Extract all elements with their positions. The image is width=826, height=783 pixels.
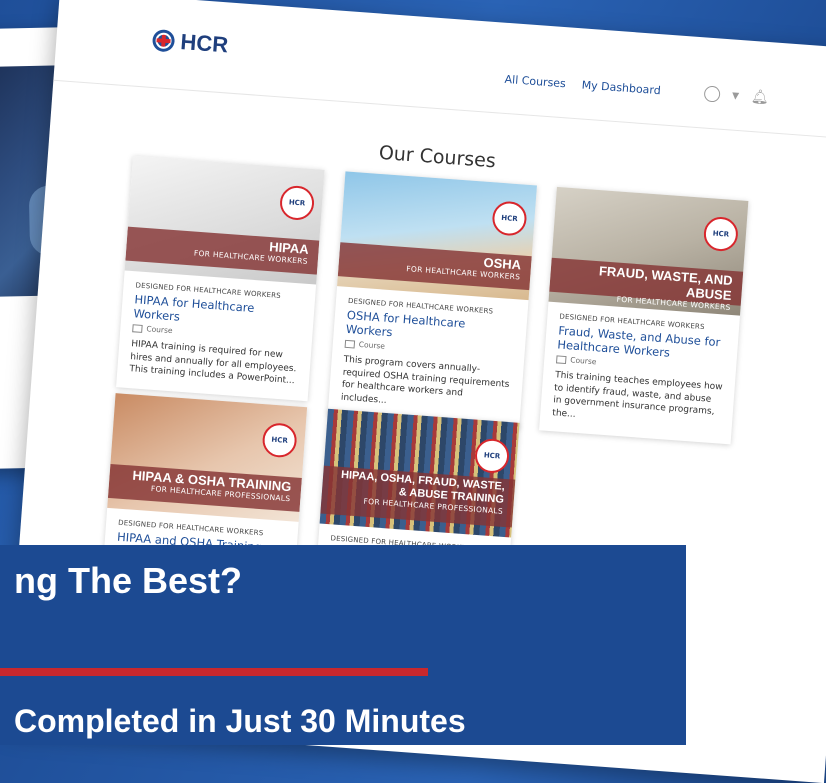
banner-headline: ng The Best? [14,560,243,601]
course-description: This program covers annually-required OS… [340,354,510,406]
course-icon [132,323,143,333]
user-controls: ▾ 🔔︎ [703,85,769,106]
course-card-hipaa-osha[interactable]: HCR HIPAA & OSHA TRAINING FOR HEALTHCARE… [103,393,308,569]
course-card-osha[interactable]: HCR OSHA FOR HEALTHCARE WORKERS DESIGNED… [327,171,537,429]
main-nav: All Courses My Dashboard [504,73,661,97]
nav-all-courses[interactable]: All Courses [504,73,566,90]
course-band: HIPAA FOR HEALTHCARE WORKERS [125,226,320,275]
hcr-badge: HCR [491,200,528,237]
course-description: HIPAA training is required for new hires… [129,339,297,387]
course-description: This training teaches employees how to i… [551,370,723,420]
course-band: HIPAA, OSHA, FRAUD, WASTE, & ABUSE TRAIN… [320,465,516,528]
course-band: OSHA FOR HEALTHCARE WORKERS [337,242,532,291]
hcr-badge: HCR [278,184,316,222]
hcr-badge: HCR [261,422,298,459]
course-image: HCR FRAUD, WASTE, AND ABUSE FOR HEALTHCA… [548,186,749,316]
nav-my-dashboard[interactable]: My Dashboard [581,78,661,97]
course-icon [344,339,356,349]
course-band: FRAUD, WASTE, AND ABUSE FOR HEALTHCARE W… [549,257,744,312]
course-card-bundle[interactable]: HCR HIPAA, OSHA, FRAUD, WASTE, & ABUSE T… [317,408,520,568]
course-image: HCR HIPAA & OSHA TRAINING FOR HEALTHCARE… [107,393,308,522]
hcr-badge: HCR [702,215,740,253]
course-image: HCR HIPAA, OSHA, FRAUD, WASTE, & ABUSE T… [319,408,520,538]
bell-icon[interactable]: 🔔︎ [750,89,769,106]
hcr-logo[interactable]: HCR [151,27,230,58]
promo-banner: ng The Best? Completed in Just 30 Minute… [0,545,686,745]
course-card-hipaa[interactable]: HCR HIPAA FOR HEALTHCARE WORKERS DESIGNE… [116,155,325,401]
course-image: HCR HIPAA FOR HEALTHCARE WORKERS [124,155,325,285]
course-icon [556,354,567,364]
course-image: HCR OSHA FOR HEALTHCARE WORKERS [337,171,537,301]
medical-cross-icon [151,28,176,53]
page-title: Our Courses [378,141,497,173]
hcr-badge: HCR [473,437,511,475]
course-card-fraud[interactable]: HCR FRAUD, WASTE, AND ABUSE FOR HEALTHCA… [539,186,749,445]
banner-divider [0,668,428,676]
top-navigation-bar: HCR All Courses My Dashboard ▾ 🔔︎ [53,0,826,141]
banner-subline: Completed in Just 30 Minutes [14,703,466,739]
course-band: HIPAA & OSHA TRAINING FOR HEALTHCARE PRO… [107,463,302,512]
user-avatar-icon[interactable] [703,85,721,103]
chevron-down-icon[interactable]: ▾ [731,88,739,104]
logo-text: HCR [179,29,230,58]
